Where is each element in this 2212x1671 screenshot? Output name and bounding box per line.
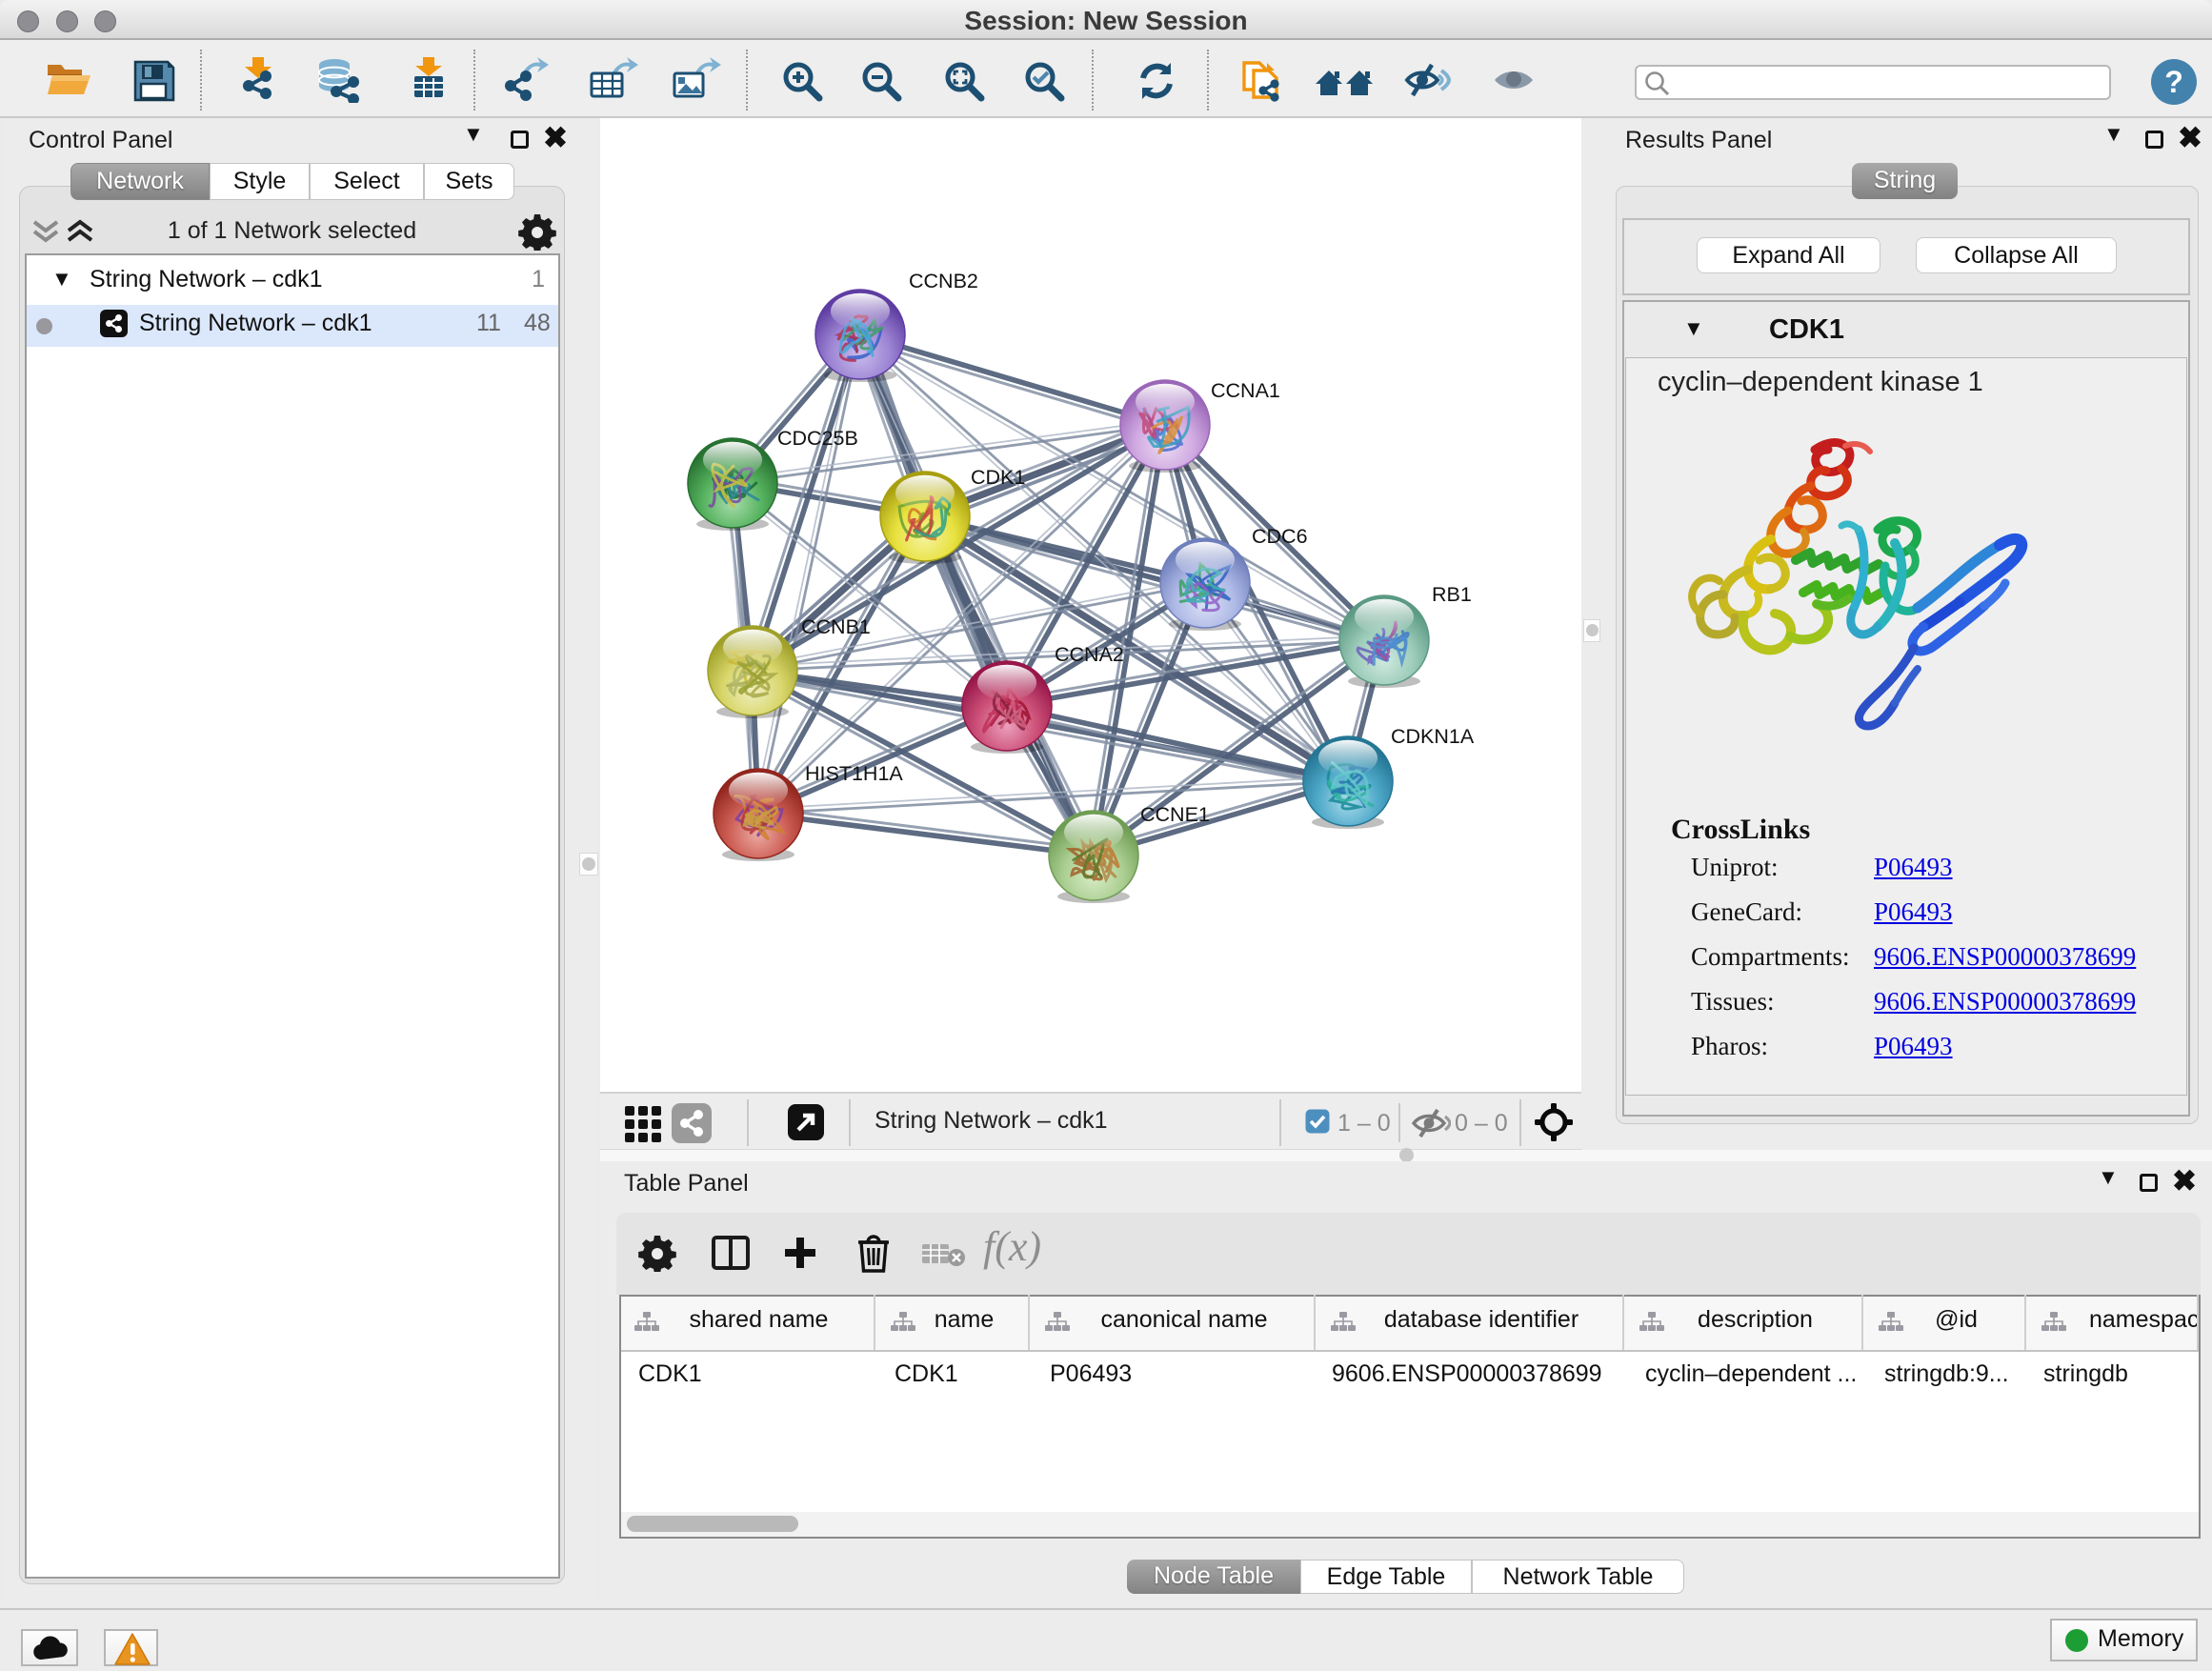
svg-text:CDKN1A: CDKN1A	[1391, 725, 1475, 748]
svg-text:CCNB1: CCNB1	[801, 615, 871, 638]
svg-text:CDC6: CDC6	[1252, 525, 1308, 548]
svg-text:CDC25B: CDC25B	[777, 427, 858, 450]
svg-text:HIST1H1A: HIST1H1A	[805, 762, 903, 785]
svg-text:CCNA1: CCNA1	[1211, 379, 1280, 402]
svg-text:CCNB2: CCNB2	[909, 270, 978, 292]
svg-text:RB1: RB1	[1432, 583, 1472, 606]
svg-text:CDK1: CDK1	[971, 466, 1025, 489]
svg-text:CCNA2: CCNA2	[1055, 643, 1124, 666]
svg-text:?: ?	[2164, 65, 2183, 99]
svg-text:CCNE1: CCNE1	[1140, 803, 1210, 826]
